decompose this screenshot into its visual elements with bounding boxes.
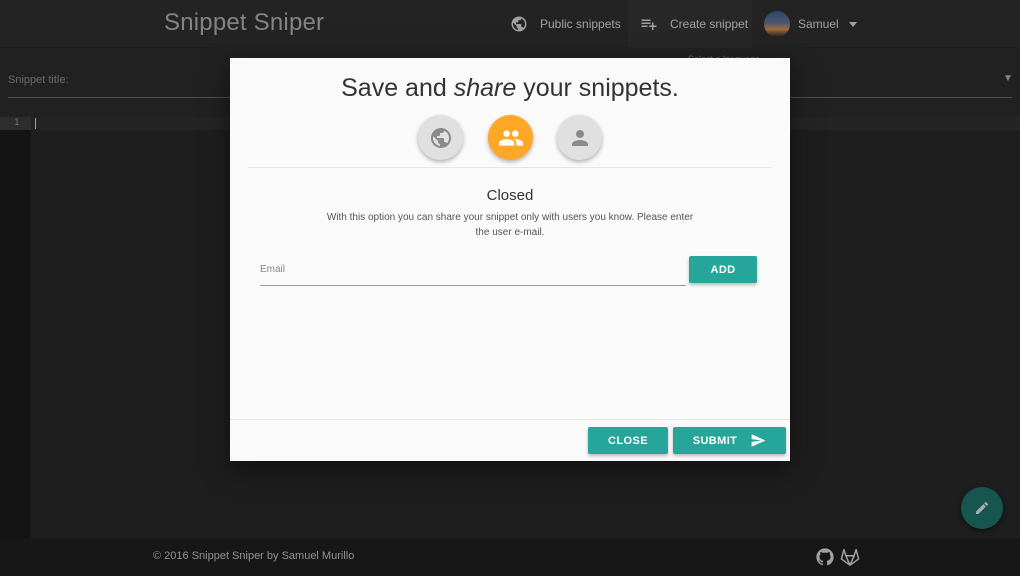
send-icon — [751, 434, 766, 447]
submit-label: SUBMIT — [692, 434, 738, 447]
share-public-button[interactable] — [418, 115, 463, 160]
share-option-title: Closed — [486, 187, 534, 204]
share-option-description: With this option you can share your snip… — [326, 212, 694, 238]
share-modal: Save and share your snippets. Closed Wit… — [230, 58, 790, 461]
modal-footer-divider — [230, 419, 790, 420]
share-closed-button[interactable] — [488, 115, 533, 160]
modal-title-prefix: Save and — [341, 74, 454, 102]
share-private-button[interactable] — [557, 115, 602, 160]
modal-title: Save and share your snippets. — [230, 74, 790, 103]
globe-icon — [430, 127, 451, 148]
add-email-button[interactable]: ADD — [689, 256, 757, 283]
people-icon — [498, 129, 523, 146]
close-button[interactable]: CLOSE — [588, 427, 668, 454]
email-field-label: Email — [260, 264, 286, 275]
modal-title-suffix: your snippets. — [516, 74, 679, 102]
person-icon — [571, 129, 588, 146]
submit-button[interactable]: SUBMIT — [673, 427, 786, 454]
divider — [248, 167, 772, 168]
email-input[interactable] — [260, 258, 686, 286]
modal-title-emphasis: share — [453, 74, 517, 102]
